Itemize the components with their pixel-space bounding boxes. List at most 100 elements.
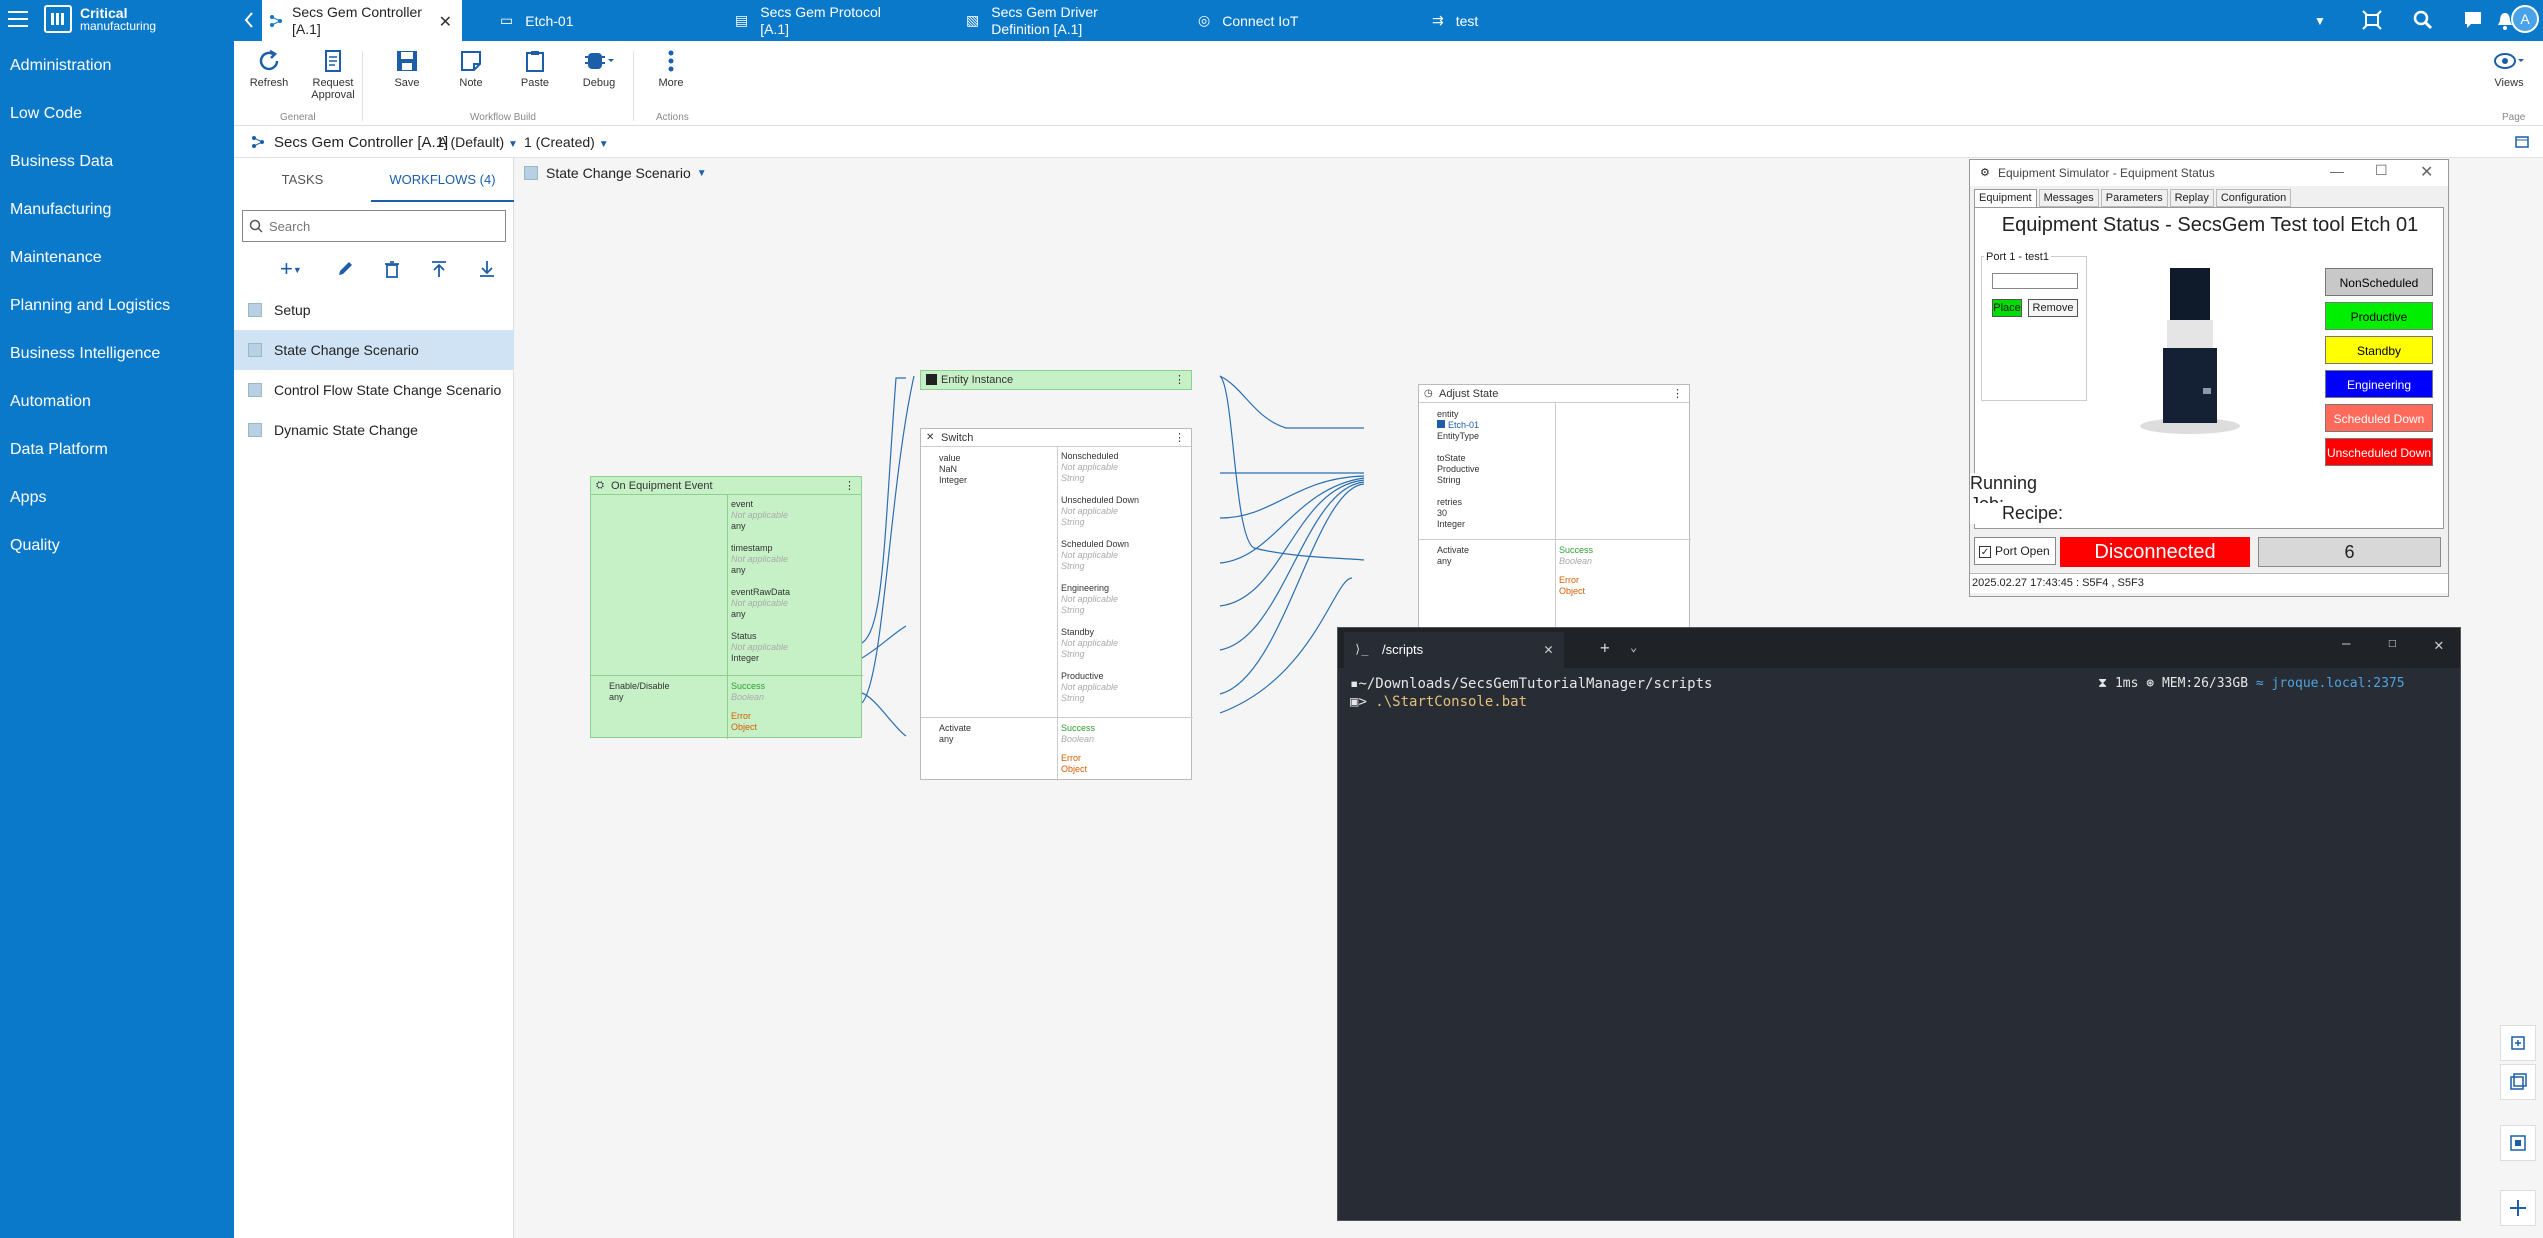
node-menu-icon[interactable]: ⋮ — [1174, 373, 1185, 386]
workflow-item-setup[interactable]: Setup — [234, 290, 514, 330]
tab-parameters[interactable]: Parameters — [2100, 189, 2168, 207]
sidebar-item-business-data[interactable]: Business Data — [10, 153, 113, 171]
output-productive[interactable]: Productive Not applicable String — [1061, 671, 1118, 704]
output-success[interactable]: Success Boolean — [1559, 545, 1593, 567]
tab-secs-gem-controller[interactable]: Secs Gem Controller [A.1] ✕ — [262, 0, 462, 41]
chat-icon[interactable] — [2463, 10, 2483, 30]
save-button[interactable]: Save — [382, 49, 432, 89]
delete-trash-icon[interactable] — [384, 260, 400, 278]
input-enable-disable[interactable]: Enable/Disable any — [609, 681, 670, 703]
output-success[interactable]: Success Boolean — [731, 681, 765, 703]
sidebar-item-apps[interactable]: Apps — [10, 489, 46, 507]
close-tab-icon[interactable]: ✕ — [439, 12, 452, 32]
output-error[interactable]: Error Object — [1061, 753, 1087, 775]
state-nonscheduled-button[interactable]: NonScheduled — [2325, 268, 2433, 296]
minimize-icon[interactable]: — — [2330, 163, 2344, 179]
node-menu-icon[interactable]: ⋮ — [844, 479, 855, 492]
search-field[interactable] — [242, 210, 506, 242]
sidebar-item-business-intelligence[interactable]: Business Intelligence — [10, 345, 160, 363]
new-tab-icon[interactable]: + — [1600, 638, 1610, 657]
tab-replay[interactable]: Replay — [2169, 189, 2214, 207]
state-engineering-button[interactable]: Engineering — [2325, 370, 2433, 398]
tab-connect-iot[interactable]: ◎ Connect IoT — [1198, 0, 1398, 41]
output-event-raw-data[interactable]: eventRawData Not applicable any — [731, 587, 790, 620]
remove-button[interactable]: Remove — [2028, 299, 2078, 317]
close-icon[interactable]: ✕ — [2420, 162, 2433, 182]
hamburger-menu-icon[interactable] — [8, 10, 28, 28]
tab-configuration[interactable]: Configuration — [2215, 189, 2292, 207]
output-nonscheduled[interactable]: Nonscheduled Not applicable String — [1061, 451, 1119, 484]
move-to-top-icon[interactable] — [430, 260, 448, 278]
output-event[interactable]: event Not applicable any — [731, 499, 788, 532]
chevron-down-icon[interactable]: ⌄ — [1630, 640, 1637, 654]
panel-toggle-icon[interactable] — [2515, 135, 2529, 149]
tab-workflows[interactable]: WORKFLOWS (4) — [371, 158, 514, 202]
workflow-item-dynamic-state-change[interactable]: Dynamic State Change — [234, 410, 514, 450]
output-unscheduled-down[interactable]: Unscheduled Down Not applicable String — [1061, 495, 1139, 528]
place-button[interactable]: Place — [1992, 299, 2022, 317]
paste-button[interactable]: Paste — [510, 49, 560, 89]
node-menu-icon[interactable]: ⋮ — [1672, 387, 1683, 400]
sidebar-item-maintenance[interactable]: Maintenance — [10, 249, 102, 267]
tab-etch-01[interactable]: ▭ Etch-01 — [500, 0, 700, 41]
views-button[interactable]: Views — [2484, 49, 2534, 89]
debug-button[interactable]: Debug — [574, 49, 624, 89]
state-unscheduled-down-button[interactable]: Unscheduled Down — [2325, 438, 2433, 466]
tabs-dropdown-icon[interactable]: ▼ — [2314, 14, 2326, 28]
node-menu-icon[interactable]: ⋮ — [1174, 431, 1185, 444]
output-status[interactable]: Status Not applicable Integer — [731, 631, 788, 664]
tab-equipment[interactable]: Equipment — [1974, 189, 2037, 207]
add-node-icon[interactable] — [2500, 1190, 2536, 1226]
node-switch[interactable]: ✕ Switch ⋮ value NaN Integer Nonscheduled N… — [920, 428, 1193, 781]
output-scheduled-down[interactable]: Scheduled Down Not applicable String — [1061, 539, 1129, 572]
revision-selector[interactable]: 1 (Created) ▼ — [524, 134, 609, 150]
output-engineering[interactable]: Engineering Not applicable String — [1061, 583, 1118, 616]
output-success[interactable]: Success Boolean — [1061, 723, 1095, 745]
close-tab-icon[interactable]: ✕ — [1544, 640, 1553, 658]
node-entity-instance[interactable]: Entity Instance ⋮ — [920, 370, 1192, 390]
sidebar-item-automation[interactable]: Automation — [10, 393, 91, 411]
carrier-id-input[interactable] — [1992, 273, 2078, 289]
maximize-icon[interactable]: ☐ — [2375, 162, 2388, 179]
terminal-tab[interactable]: ⟩_ /scripts ✕ — [1344, 632, 1564, 668]
input-retries[interactable]: retries 30 Integer — [1437, 497, 1465, 530]
notifications-bell-icon[interactable] — [2498, 12, 2512, 30]
input-activate[interactable]: Activate any — [1437, 545, 1469, 567]
sidebar-item-data-platform[interactable]: Data Platform — [10, 441, 108, 459]
version-selector[interactable]: A (Default) ▼ — [438, 134, 518, 150]
user-avatar[interactable]: A — [2511, 5, 2539, 33]
output-timestamp[interactable]: timestamp Not applicable any — [731, 543, 788, 576]
port-open-checkbox[interactable]: ✓ Port Open — [1974, 537, 2056, 565]
sidebar-item-quality[interactable]: Quality — [10, 537, 60, 555]
sidebar-item-low-code[interactable]: Low Code — [10, 105, 82, 123]
input-value[interactable]: value NaN Integer — [939, 453, 967, 486]
fullscreen-icon[interactable] — [2362, 10, 2382, 30]
input-entity[interactable]: entity Etch-01 EntityType — [1437, 409, 1479, 442]
state-standby-button[interactable]: Standby — [2325, 336, 2433, 364]
minimize-icon[interactable]: — — [2342, 636, 2350, 652]
sidebar-item-planning-and-logistics[interactable]: Planning and Logistics — [10, 297, 170, 315]
workflow-item-state-change-scenario[interactable]: State Change Scenario — [234, 330, 514, 370]
input-to-state[interactable]: toState Productive String — [1437, 453, 1480, 486]
state-productive-button[interactable]: Productive — [2325, 302, 2433, 330]
output-error[interactable]: Error Object — [1559, 575, 1585, 597]
tab-secs-gem-protocol[interactable]: ▤ Secs Gem Protocol [A.1] — [735, 0, 935, 41]
tab-test[interactable]: ⇉ test — [1432, 0, 1632, 41]
edit-pencil-icon[interactable] — [336, 260, 354, 278]
state-scheduled-down-button[interactable]: Scheduled Down — [2325, 404, 2433, 432]
maximize-icon[interactable]: ☐ — [2388, 635, 2396, 651]
request-approval-button[interactable]: Request Approval — [308, 49, 358, 101]
workflow-item-control-flow-state-change-scenario[interactable]: Control Flow State Change Scenario — [234, 370, 514, 410]
add-icon[interactable]: +▼ — [280, 256, 302, 282]
search-icon[interactable] — [2413, 10, 2433, 30]
note-button[interactable]: Note — [446, 49, 496, 89]
sidebar-item-manufacturing[interactable]: Manufacturing — [10, 201, 111, 219]
node-on-equipment-event[interactable]: On Equipment Event ⛭ ⋮ event Not applicab… — [590, 476, 863, 739]
refresh-button[interactable]: Refresh — [244, 49, 294, 89]
tab-tasks[interactable]: TASKS — [234, 158, 371, 202]
tab-secs-gem-driver-definition[interactable]: ▧ Secs Gem Driver Definition [A.1] — [966, 0, 1166, 41]
tab-messages[interactable]: Messages — [2038, 189, 2099, 207]
close-icon[interactable]: ✕ — [2434, 635, 2444, 654]
breadcrumb-entity[interactable]: Secs Gem Controller [A.1] — [274, 134, 448, 151]
move-to-bottom-icon[interactable] — [478, 260, 496, 278]
